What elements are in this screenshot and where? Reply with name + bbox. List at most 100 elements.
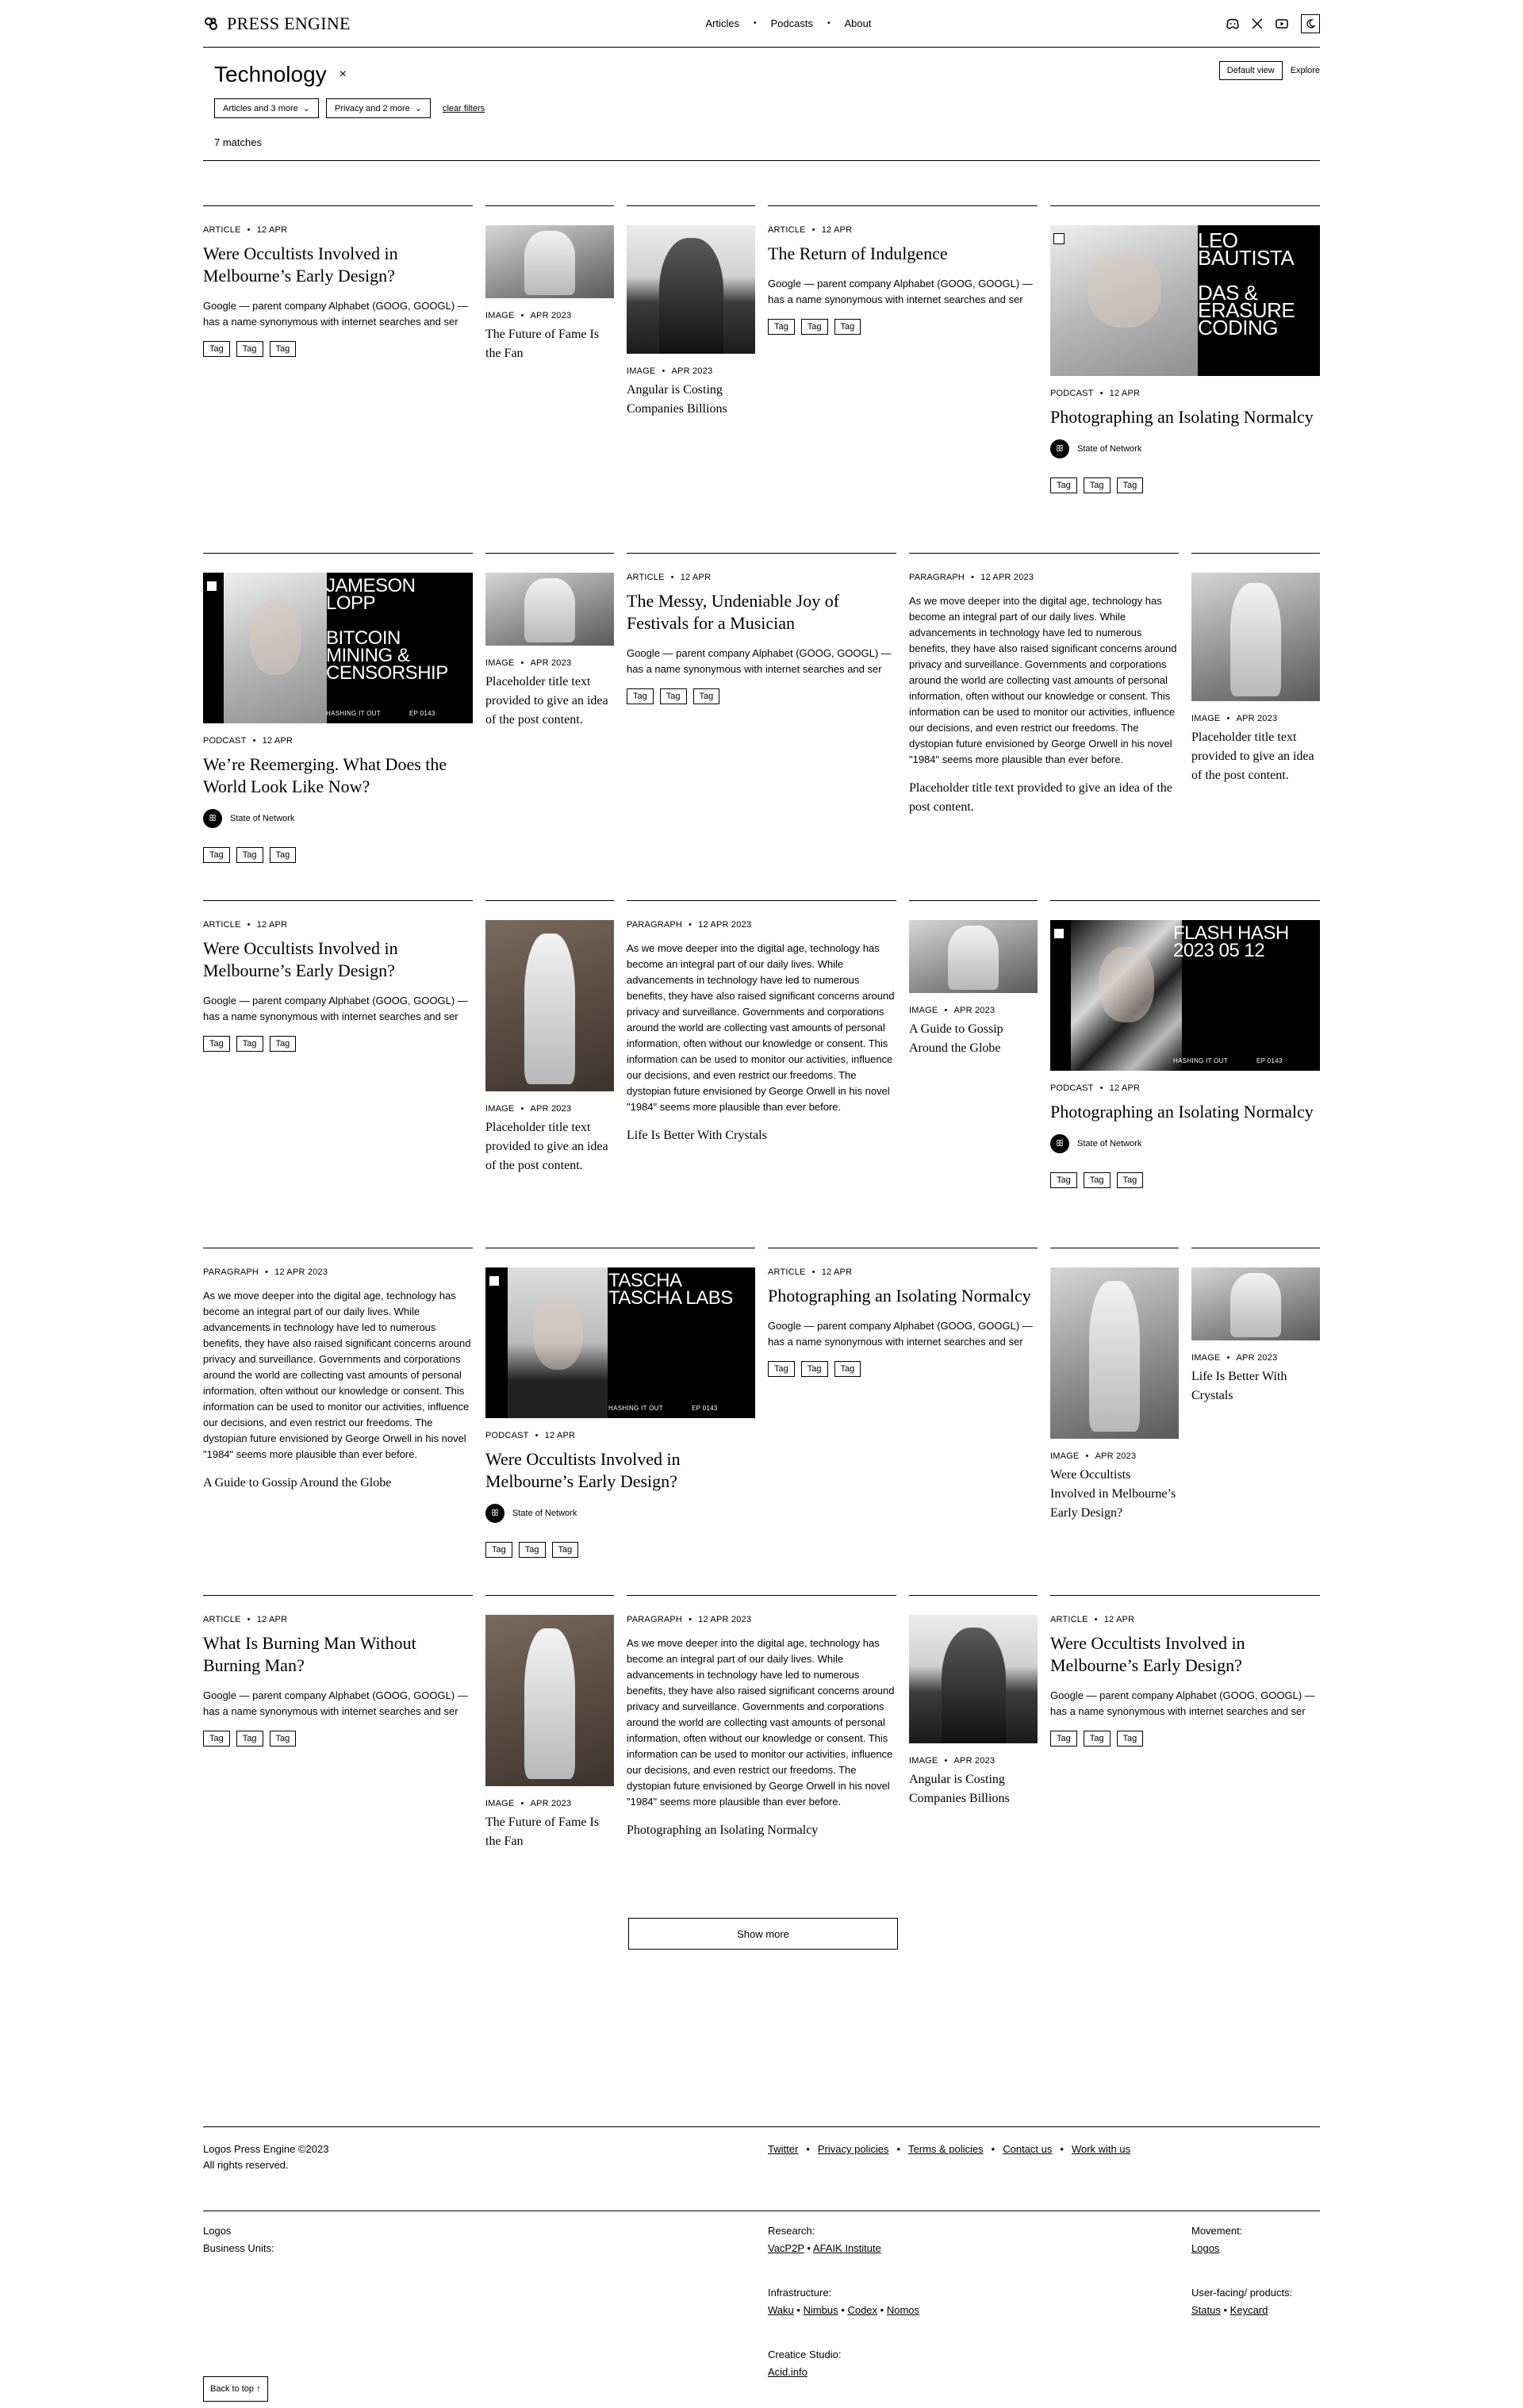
post-title[interactable]: The Messy, Undeniable Joy of Festivals f… [627, 590, 896, 635]
tag[interactable]: Tag [627, 688, 654, 704]
nav-articles[interactable]: Articles [705, 17, 739, 29]
tag[interactable]: Tag [485, 1542, 512, 1558]
post-title[interactable]: The Future of Fame Is the Fan [485, 325, 614, 363]
post-image[interactable] [1191, 1267, 1320, 1340]
image-card[interactable]: IMAGE • APR 2023 Angular is Costing Compan… [627, 205, 755, 419]
footer-link-work[interactable]: Work with us [1072, 2142, 1130, 2157]
article-card[interactable]: ARTICLE • 12 APR Were Occultists Involved … [203, 900, 473, 1052]
tag[interactable]: Tag [1116, 1172, 1144, 1188]
footer-link-terms[interactable]: Terms & policies [908, 2142, 984, 2157]
podcast-card[interactable]: FLASH HASH 2023 05 12 HASHING IT OUT EP 0… [1050, 900, 1320, 1188]
back-to-top-button[interactable]: Back to top ↑ [203, 2376, 268, 2402]
post-title[interactable]: Were Occultists Involved in Melbourne’s … [203, 243, 473, 287]
post-title[interactable]: Photographing an Isolating Normalcy [768, 1285, 1038, 1307]
link-acid[interactable]: Acid.info [768, 2366, 808, 2378]
link-afaik[interactable]: AFAIK Institute [813, 2242, 881, 2254]
post-image[interactable] [485, 920, 614, 1091]
podcast-cover[interactable]: TASCHA TASCHA LABS HASHING IT OUT EP 0143 [485, 1267, 755, 1418]
podcast-card[interactable]: TASCHA TASCHA LABS HASHING IT OUT EP 0143… [485, 1248, 755, 1558]
post-title[interactable]: Angular is Costing Companies Billions [627, 381, 755, 419]
tag[interactable]: Tag [1050, 477, 1077, 493]
tag[interactable]: Tag [269, 847, 297, 863]
post-image[interactable] [485, 573, 614, 646]
post-title[interactable]: Placeholder title text provided to give … [909, 779, 1179, 817]
post-title[interactable]: Photographing an Isolating Normalcy [1050, 406, 1320, 428]
image-card[interactable]: IMAGE • APR 2023 Placeholder title text pr… [485, 553, 614, 730]
tag[interactable]: Tag [834, 319, 861, 335]
tag[interactable]: Tag [1083, 1172, 1111, 1188]
nav-about[interactable]: About [844, 17, 871, 29]
clear-topic-icon[interactable]: × [340, 67, 347, 82]
post-image[interactable] [909, 920, 1038, 993]
tag[interactable]: Tag [800, 319, 828, 335]
podcast-card[interactable]: JAMESON LOPP BITCOIN MINING & CENSORSHIP… [203, 553, 473, 863]
post-title[interactable]: Life Is Better With Crystals [627, 1126, 896, 1145]
link-keycard[interactable]: Keycard [1230, 2304, 1268, 2316]
tag[interactable]: Tag [518, 1542, 546, 1558]
post-title[interactable]: Were Occultists Involved in Melbourne’s … [1050, 1466, 1179, 1523]
article-card[interactable]: ARTICLE • 12 APR Photographing an Isolatin… [768, 1248, 1038, 1377]
theme-toggle-button[interactable] [1300, 13, 1320, 33]
image-card[interactable]: IMAGE • APR 2023 Placeholder title text pr… [485, 900, 614, 1175]
tag[interactable]: Tag [1116, 477, 1144, 493]
x-icon[interactable] [1252, 17, 1263, 29]
image-card[interactable]: IMAGE • APR 2023 The Future of Fame Is the… [485, 1595, 614, 1851]
link-waku[interactable]: Waku [768, 2304, 794, 2316]
tag[interactable]: Tag [1050, 1172, 1077, 1188]
author[interactable]: ꕥ State of Network [1050, 1134, 1320, 1153]
author[interactable]: ꕥ State of Network [1050, 439, 1320, 458]
image-card[interactable]: IMAGE • APR 2023 Were Occultists Involved … [1050, 1248, 1179, 1523]
topic-filter-dropdown[interactable]: Privacy and 2 more ⌄ [325, 98, 431, 118]
post-image[interactable] [485, 1615, 614, 1786]
author[interactable]: ꕥ State of Network [203, 809, 473, 828]
tag[interactable]: Tag [269, 341, 297, 357]
post-title[interactable]: Placeholder title text provided to give … [1191, 728, 1320, 785]
link-status[interactable]: Status [1191, 2304, 1221, 2316]
author[interactable]: ꕥ State of Network [485, 1504, 755, 1523]
tag[interactable]: Tag [800, 1361, 828, 1377]
image-card[interactable]: IMAGE • APR 2023 Life Is Better With Cryst… [1191, 1248, 1320, 1405]
tag[interactable]: Tag [1083, 477, 1111, 493]
podcast-cover[interactable]: FLASH HASH 2023 05 12 HASHING IT OUT EP 0… [1050, 920, 1320, 1071]
post-title[interactable]: Photographing an Isolating Normalcy [1050, 1101, 1320, 1123]
link-logos[interactable]: Logos [1191, 2242, 1219, 2254]
footer-link-contact[interactable]: Contact us [1003, 2142, 1052, 2157]
tag[interactable]: Tag [203, 341, 230, 357]
paragraph-card[interactable]: PARAGRAPH • 12 APR 2023 As we move deeper … [627, 900, 896, 1145]
tag[interactable]: Tag [692, 688, 720, 704]
tag[interactable]: Tag [551, 1542, 579, 1558]
post-image[interactable] [627, 225, 755, 354]
default-view-button[interactable]: Default view [1218, 61, 1283, 80]
image-card[interactable]: IMAGE • APR 2023 A Guide to Gossip Around … [909, 900, 1038, 1058]
tag[interactable]: Tag [269, 1731, 297, 1747]
post-title[interactable]: A Guide to Gossip Around the Globe [203, 1474, 473, 1493]
article-card[interactable]: ARTICLE • 12 APR What Is Burning Man Witho… [203, 1595, 473, 1747]
post-title[interactable]: Angular is Costing Companies Billions [909, 1770, 1038, 1808]
post-title[interactable]: Were Occultists Involved in Melbourne’s … [1050, 1632, 1320, 1677]
post-title[interactable]: Were Occultists Involved in Melbourne’s … [485, 1448, 755, 1493]
post-title[interactable]: A Guide to Gossip Around the Globe [909, 1020, 1038, 1058]
tag[interactable]: Tag [203, 847, 230, 863]
tag[interactable]: Tag [236, 847, 263, 863]
post-image[interactable] [485, 225, 614, 298]
tag[interactable]: Tag [1050, 1731, 1077, 1747]
tag[interactable]: Tag [203, 1731, 230, 1747]
article-card[interactable]: ARTICLE • 12 APR The Messy, Undeniable Joy… [627, 553, 896, 704]
nav-podcasts[interactable]: Podcasts [770, 17, 812, 29]
post-title[interactable]: Photographing an Isolating Normalcy [627, 1821, 896, 1840]
post-title[interactable]: The Return of Indulgence [768, 243, 1038, 265]
post-title[interactable]: What Is Burning Man Without Burning Man? [203, 1632, 473, 1677]
link-codex[interactable]: Codex [847, 2304, 877, 2316]
tag[interactable]: Tag [1116, 1731, 1144, 1747]
clear-filters-link[interactable]: clear filters [443, 104, 485, 113]
article-card[interactable]: ARTICLE • 12 APR The Return of Indulgence … [768, 205, 1038, 335]
paragraph-card[interactable]: PARAGRAPH • 12 APR 2023 As we move deeper … [627, 1595, 896, 1840]
post-title[interactable]: Were Occultists Involved in Melbourne’s … [203, 938, 473, 982]
post-title[interactable]: Life Is Better With Crystals [1191, 1367, 1320, 1405]
tag[interactable]: Tag [1083, 1731, 1111, 1747]
type-filter-dropdown[interactable]: Articles and 3 more ⌄ [214, 98, 319, 118]
paragraph-card[interactable]: PARAGRAPH • 12 APR 2023 As we move deeper … [203, 1248, 473, 1493]
link-nomos[interactable]: Nomos [887, 2304, 919, 2316]
discord-icon[interactable] [1226, 18, 1239, 29]
image-card[interactable]: IMAGE • APR 2023 The Future of Fame Is the… [485, 205, 614, 363]
